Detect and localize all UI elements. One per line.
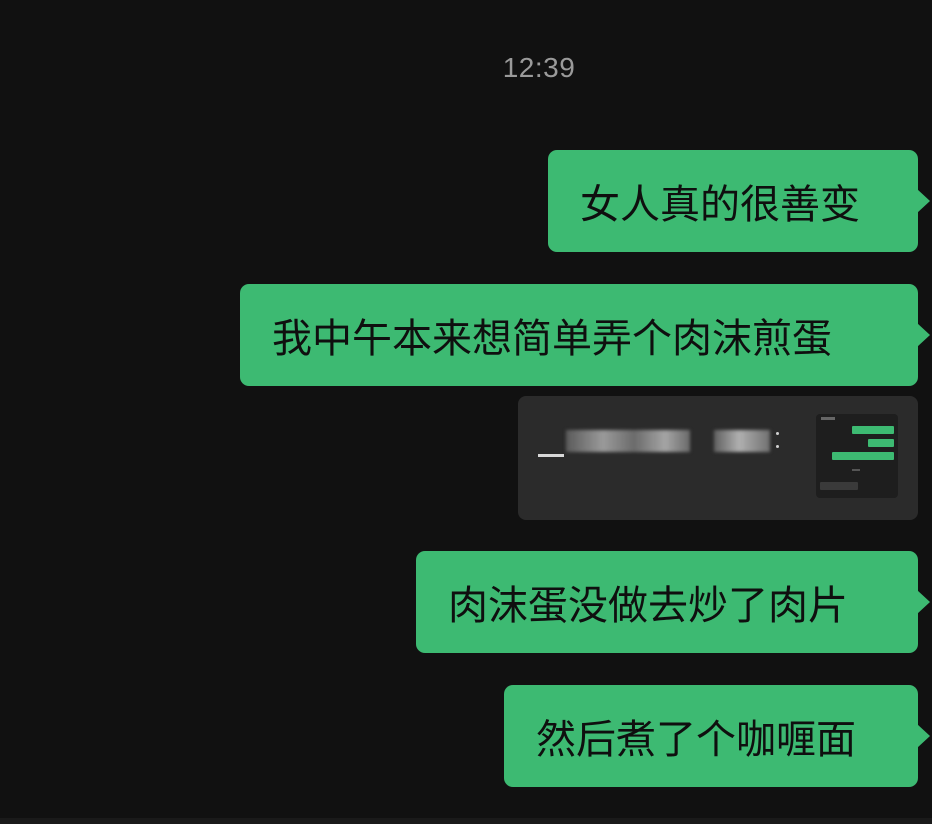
message-bubble-sent[interactable]: 我中午本来想简单弄个肉沫煎蛋 bbox=[240, 284, 930, 386]
message-bubble-sent[interactable]: 女人真的很善变 bbox=[548, 150, 930, 252]
shared-image-message[interactable] bbox=[518, 396, 918, 520]
message-text: 女人真的很善变 bbox=[580, 182, 860, 228]
thumbnail-bubble bbox=[832, 452, 894, 460]
thumbnail-bubble bbox=[852, 426, 894, 434]
blurred-content bbox=[566, 430, 690, 452]
message-bubble-sent[interactable]: 然后煮了个咖喱面 bbox=[504, 685, 930, 787]
blurred-content bbox=[714, 430, 770, 452]
blurred-content bbox=[538, 454, 564, 457]
thumbnail-bubble bbox=[868, 439, 894, 447]
chat-screenshot-thumbnail[interactable] bbox=[816, 414, 898, 498]
thumbnail-timestamp bbox=[852, 469, 860, 471]
thumbnail-title bbox=[821, 417, 835, 420]
message-text: 然后煮了个咖喱面 bbox=[536, 717, 856, 763]
message-bubble-sent[interactable]: 肉沫蛋没做去炒了肉片 bbox=[416, 551, 930, 653]
message-text: 我中午本来想简单弄个肉沫煎蛋 bbox=[272, 316, 832, 362]
message-text: 肉沫蛋没做去炒了肉片 bbox=[448, 583, 848, 629]
bottom-divider bbox=[0, 818, 932, 824]
message-timestamp: 12:39 bbox=[502, 52, 576, 83]
thumbnail-bubble-received bbox=[820, 482, 858, 490]
more-icon bbox=[776, 432, 780, 452]
